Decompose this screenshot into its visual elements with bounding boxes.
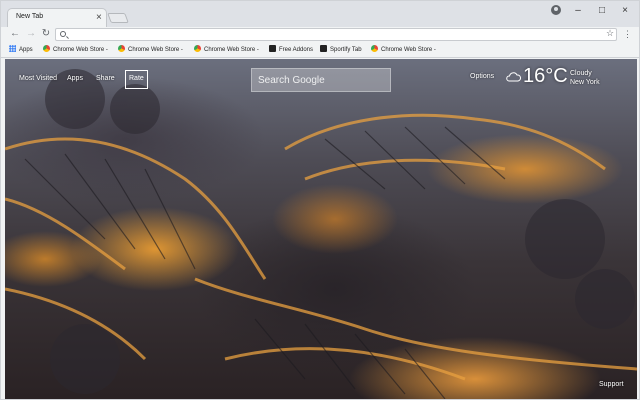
- chrome-web-store-icon: [371, 45, 378, 52]
- most-visited-link[interactable]: Most Visited: [19, 75, 57, 82]
- omnibox[interactable]: ☆: [55, 28, 617, 41]
- search-box[interactable]: [251, 68, 391, 92]
- browser-window: New Tab × – □ × ← → ↻ ☆ ⋮ Apps Chrome We…: [0, 0, 640, 400]
- minimize-button[interactable]: –: [571, 4, 585, 18]
- bookmark-star-icon[interactable]: ☆: [606, 28, 614, 39]
- chrome-web-store-icon: [43, 45, 50, 52]
- back-button[interactable]: ←: [9, 28, 21, 40]
- tab-close-icon[interactable]: ×: [96, 11, 102, 25]
- chrome-web-store-icon: [118, 45, 125, 52]
- bookmark-chrome-web-store-2[interactable]: Chrome Web Store -: [118, 45, 183, 56]
- addon-icon: [320, 45, 327, 52]
- fractal-background: [5, 69, 637, 399]
- rate-label: Rate: [129, 75, 144, 82]
- options-link[interactable]: Options: [470, 73, 494, 80]
- bookmarks-bar: Apps Chrome Web Store - Chrome Web Store…: [1, 43, 639, 58]
- new-tab-button[interactable]: [107, 13, 129, 23]
- apps-icon: [9, 45, 16, 52]
- bookmark-chrome-web-store-3[interactable]: Chrome Web Store -: [194, 45, 259, 56]
- maximize-button[interactable]: □: [595, 4, 609, 18]
- search-icon: [60, 31, 66, 37]
- menu-icon[interactable]: ⋮: [623, 28, 632, 40]
- close-window-button[interactable]: ×: [618, 4, 632, 18]
- chrome-web-store-icon: [194, 45, 201, 52]
- share-link[interactable]: Share: [96, 75, 115, 82]
- cloud-icon: [506, 72, 521, 82]
- tab-new-tab[interactable]: New Tab ×: [7, 8, 107, 28]
- reload-button[interactable]: ↻: [40, 28, 52, 40]
- account-icon[interactable]: [551, 5, 561, 15]
- addon-icon: [269, 45, 276, 52]
- weather-condition: Cloudy: [570, 70, 592, 77]
- bookmark-chrome-web-store-1[interactable]: Chrome Web Store -: [43, 45, 108, 56]
- bookmark-apps[interactable]: Apps: [9, 45, 33, 56]
- tab-title: New Tab: [16, 13, 44, 20]
- bookmark-sportify-tab[interactable]: Sportify Tab: [320, 45, 362, 56]
- bookmark-chrome-web-store-4[interactable]: Chrome Web Store -: [371, 45, 436, 56]
- support-link[interactable]: Support: [599, 381, 624, 388]
- temperature: 16°C: [523, 65, 568, 87]
- title-bar: New Tab × – □ ×: [1, 1, 639, 28]
- apps-link[interactable]: Apps: [67, 75, 83, 82]
- search-input[interactable]: [258, 69, 386, 91]
- toolbar: ← → ↻ ☆ ⋮: [1, 27, 639, 43]
- weather-city: New York: [570, 79, 600, 86]
- address-input[interactable]: [70, 29, 590, 40]
- bookmark-free-addons[interactable]: Free Addons: [269, 45, 313, 56]
- new-tab-page: Most Visited Apps Share Rate Options 16°…: [5, 59, 637, 399]
- forward-button[interactable]: →: [25, 28, 37, 40]
